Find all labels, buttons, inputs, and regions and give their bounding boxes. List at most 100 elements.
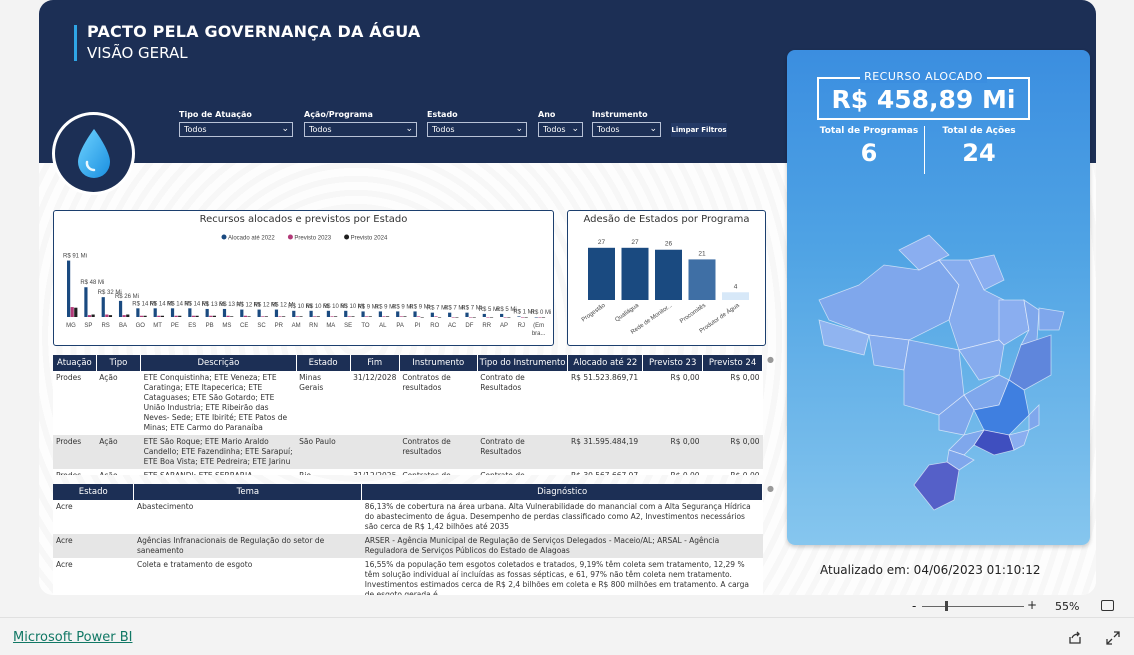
bar-BA-0 — [118, 300, 123, 317]
map-state-ba — [1008, 334, 1052, 391]
column-header[interactable]: Previsto 23 — [642, 355, 704, 371]
bar-Procomitês — [688, 259, 716, 300]
zoom-in-button[interactable]: + — [1027, 598, 1037, 612]
bar-ES-0 — [188, 308, 192, 317]
bar-MS-2 — [230, 316, 234, 317]
data-label: 26 — [665, 241, 673, 248]
table-cell — [350, 435, 400, 469]
table-row[interactable]: Prodes Ação ETE Conquistinha; ETE Veneza; … — [53, 371, 763, 435]
filter-select[interactable]: Todos ⌄ — [538, 122, 583, 137]
table-cell: Minas Gerais — [299, 373, 324, 392]
bar-RO-0 — [430, 312, 434, 317]
bar-SE-0 — [344, 310, 348, 317]
bar-PE-2 — [178, 315, 182, 317]
bar-(Em bra...-0 — [534, 317, 538, 318]
column-header[interactable]: Diagnóstico — [361, 484, 763, 500]
x-tick-label: bra... — [532, 331, 546, 337]
bar-AC-1 — [451, 317, 455, 318]
table-cell: Contrato de Resultados — [477, 435, 568, 469]
zoom-slider-thumb[interactable] — [945, 601, 948, 611]
bar-GO-0 — [136, 308, 140, 317]
x-tick-label: MA — [326, 323, 335, 329]
data-label: 27 — [631, 239, 639, 246]
table-cell: R$ 0,00 — [670, 373, 700, 382]
map-state-ro — [868, 334, 910, 371]
x-tick-label: RO — [430, 323, 439, 329]
table-row[interactable]: Acre Coleta e tratamento de esgoto 16,55% … — [53, 558, 763, 595]
table-row[interactable]: ProdesAçãoETE SARANDI; ETE SERRARIARio31… — [53, 469, 763, 475]
table-cell: Prodes — [53, 435, 97, 469]
bar-(Em bra...-2 — [541, 317, 546, 318]
fit-to-page-icon[interactable] — [1101, 600, 1114, 611]
kpi-value-box: RECURSO ALOCADO R$ 458,89 Mi — [817, 70, 1030, 120]
x-tick-label: AC — [448, 323, 457, 329]
table-cell: ETE São Roque; ETE Mario Araldo Candello… — [140, 435, 297, 469]
bar-AL-0 — [378, 311, 382, 317]
x-tick-label: MS — [222, 323, 231, 329]
filter-instrumento[interactable]: Instrumento Todos ⌄ — [592, 110, 661, 137]
zoom-level: 55% — [1055, 600, 1080, 613]
chart-adesao-programa: Adesão de Estados por Programa 27 Progest… — [567, 210, 766, 346]
filter-estado[interactable]: Estado Todos ⌄ — [427, 110, 527, 137]
zoom-slider[interactable] — [922, 606, 1024, 607]
chart-adesao-svg: 27Progestão27Qualiágua26Rede de Monitor.… — [581, 239, 749, 336]
x-tick-label: PR — [275, 323, 284, 329]
filter-select[interactable]: Todos ⌄ — [304, 122, 417, 137]
column-header[interactable]: Atuação — [53, 355, 97, 371]
column-header[interactable]: Previsto 24 — [702, 355, 763, 371]
bar-RS-1 — [105, 314, 109, 317]
kpi-actions-value: 24 — [962, 139, 996, 167]
x-tick-label: PI — [415, 323, 421, 329]
column-header[interactable]: Tipo — [96, 355, 142, 371]
x-tick-label: Procomitês — [679, 303, 707, 325]
table-row[interactable]: Prodes Ação ETE São Roque; ETE Mario Arald… — [53, 435, 763, 469]
table-cell: R$ 0,00 — [702, 435, 763, 469]
table-header-row: Atuação Tipo Descrição Estado Fim Instrumento… — [53, 355, 763, 371]
water-drop-logo — [52, 112, 135, 195]
column-header[interactable]: Tipo do Instrumento — [477, 355, 569, 371]
scroll-indicator-icon[interactable]: ● — [767, 355, 774, 364]
table-cell: Acre — [53, 534, 134, 558]
table-cell: R$ 0,00 — [703, 469, 763, 475]
table-cell: Acre — [56, 560, 73, 569]
filter-select[interactable]: Todos ⌄ — [427, 122, 527, 137]
filter-ano[interactable]: Ano Todos ⌄ — [538, 110, 583, 137]
filter-label: Ano — [538, 110, 556, 119]
filter-select[interactable]: Todos ⌄ — [592, 122, 661, 137]
bar-SP-2 — [91, 314, 95, 317]
filter-acao-programa[interactable]: Ação/Programa Todos ⌄ — [304, 110, 417, 137]
clear-filters-button[interactable]: Limpar Filtros — [671, 123, 727, 137]
x-tick-label: SE — [344, 323, 352, 329]
water-drop-icon — [77, 128, 110, 178]
table-cell: R$ 31.595.484,19 — [567, 435, 643, 469]
column-header[interactable]: Estado — [53, 484, 135, 500]
table-row[interactable]: Acre Abastecimento 86,13% de cobertura na … — [53, 500, 763, 534]
report-subtitle: VISÃO GERAL — [87, 44, 188, 62]
share-icon[interactable] — [1068, 631, 1082, 645]
fullscreen-icon[interactable] — [1106, 631, 1120, 645]
x-tick-label: PA — [396, 323, 404, 329]
table-cell: Rio — [296, 469, 350, 475]
chevron-down-icon: ⌄ — [649, 124, 657, 134]
column-header[interactable]: Estado — [296, 355, 351, 371]
column-header[interactable]: Tema — [133, 484, 363, 500]
power-bi-link[interactable]: Microsoft Power BI — [13, 630, 132, 645]
column-header[interactable]: Descrição — [140, 355, 297, 371]
bar-GO-1 — [139, 315, 144, 317]
column-header[interactable]: Fim — [350, 355, 400, 371]
zoom-out-button[interactable]: - — [912, 599, 916, 613]
scroll-indicator-icon[interactable]: ● — [767, 484, 774, 493]
legend-label: Alocado até 2022 — [228, 236, 275, 242]
bar-Produtor de Água — [722, 292, 749, 300]
table-cell: 86,13% de cobertura na área urbana. Alta… — [364, 502, 751, 531]
table-cell: R$ 30.567.667,97 — [568, 469, 643, 475]
table-cell: R$ 51.523.869,71 — [570, 373, 639, 382]
brazil-map — [818, 234, 1065, 511]
column-header[interactable]: Instrumento — [399, 355, 478, 371]
bar-Progestão — [588, 247, 615, 300]
filter-tipo-atuacao[interactable]: Tipo de Atuação Todos ⌄ — [179, 110, 293, 137]
table-row[interactable]: Acre Agências Infranacionais de Regulação… — [53, 534, 763, 558]
column-header[interactable]: Alocado até 22 — [567, 355, 644, 371]
bar-PE-1 — [174, 315, 178, 317]
filter-select[interactable]: Todos ⌄ — [179, 122, 293, 137]
